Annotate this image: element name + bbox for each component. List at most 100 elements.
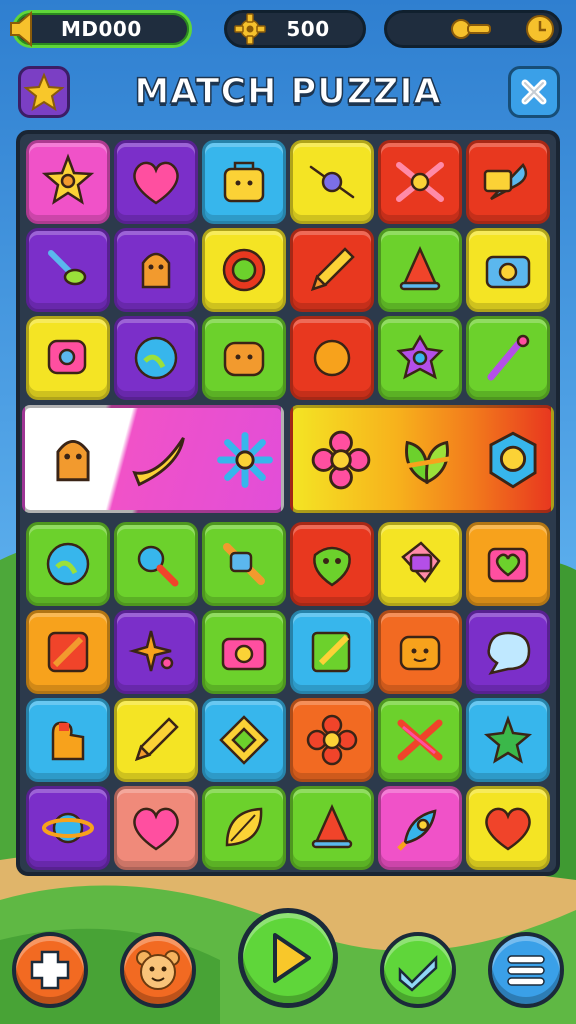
tile-brush[interactable] — [466, 316, 550, 400]
tile-star-leaf[interactable] — [466, 698, 550, 782]
tile-flower-dot[interactable] — [209, 424, 281, 496]
tile-sparkle[interactable] — [114, 610, 198, 694]
cone-icon — [311, 803, 353, 849]
tile-flower-red[interactable] — [290, 698, 374, 782]
tile-heart[interactable] — [114, 140, 198, 224]
ring-icon — [222, 248, 266, 292]
heart-icon — [133, 161, 179, 205]
tile-donut[interactable] — [378, 316, 462, 400]
tile-gem-bow[interactable] — [290, 140, 374, 224]
tile-cone[interactable] — [290, 786, 374, 870]
leaf-yellow-icon — [225, 807, 263, 847]
tile-bear-face[interactable] — [202, 316, 286, 400]
banner-left[interactable] — [22, 405, 284, 513]
bear-face-icon — [223, 341, 265, 377]
diamond-icon — [219, 715, 269, 765]
tile-bubble[interactable] — [466, 610, 550, 694]
menu-button[interactable] — [488, 932, 564, 1008]
tile-tag[interactable] — [378, 522, 462, 606]
tile-diamond[interactable] — [202, 698, 286, 782]
add-button[interactable] — [12, 932, 88, 1008]
duck-icon — [51, 721, 85, 761]
tile-heart-red[interactable] — [466, 786, 550, 870]
sun-orb-icon — [313, 339, 351, 377]
tile-sun-orb[interactable] — [290, 316, 374, 400]
notepad-icon — [311, 631, 351, 673]
tile-pencil-yellow[interactable] — [114, 698, 198, 782]
camera-pink-icon — [221, 637, 267, 671]
pencil-yellow-icon — [135, 717, 179, 761]
tile-bag[interactable] — [202, 140, 286, 224]
tile-gear-pad[interactable] — [26, 316, 110, 400]
speaker-icon[interactable] — [5, 9, 45, 49]
play-button[interactable] — [238, 908, 338, 1008]
tag-icon — [401, 541, 441, 583]
globe-icon — [46, 542, 90, 586]
character-button[interactable] — [120, 932, 196, 1008]
tile-magnifier[interactable] — [114, 522, 198, 606]
tile-flower[interactable] — [305, 424, 377, 496]
tile-duck[interactable] — [26, 698, 110, 782]
close-button[interactable] — [508, 66, 560, 118]
tile-pencil[interactable] — [290, 228, 374, 312]
tile-pipe[interactable] — [202, 522, 286, 606]
page-title: MATCH PUZZIA — [134, 71, 442, 113]
plus-icon — [30, 950, 70, 990]
frame-icon — [47, 631, 89, 673]
tile-rocket[interactable] — [378, 786, 462, 870]
tile-camera-pink[interactable] — [202, 610, 286, 694]
tile-cone[interactable] — [378, 228, 462, 312]
tile-feather[interactable] — [466, 140, 550, 224]
heart-icon — [133, 807, 179, 851]
tile-heart-box[interactable] — [466, 522, 550, 606]
feather-icon — [483, 162, 528, 201]
tile-leaf-yellow[interactable] — [202, 786, 286, 870]
key-icon — [451, 19, 491, 39]
tile-bear[interactable] — [114, 228, 198, 312]
coins-value: MD000 — [61, 17, 142, 41]
tile-planet[interactable] — [26, 786, 110, 870]
gear-counter: 500 — [224, 10, 366, 48]
bear-icon — [141, 252, 171, 289]
tile-alien[interactable] — [290, 522, 374, 606]
tile-badge[interactable] — [477, 424, 549, 496]
gear-pad-icon — [47, 339, 87, 375]
tile-cross[interactable] — [378, 698, 462, 782]
star-leaf-icon — [483, 715, 533, 764]
tile-ring[interactable] — [202, 228, 286, 312]
tile-bird[interactable] — [26, 228, 110, 312]
tile-camera[interactable] — [466, 228, 550, 312]
tile-face-box[interactable] — [378, 610, 462, 694]
tile-hedgehog[interactable] — [37, 424, 109, 496]
clock-icon — [526, 15, 554, 43]
star-icon — [41, 153, 95, 205]
cross-icon — [397, 719, 443, 761]
alien-icon — [313, 546, 351, 587]
bubble-icon — [487, 631, 531, 675]
tile-heart[interactable] — [114, 786, 198, 870]
close-icon — [521, 79, 547, 105]
banner-right[interactable] — [290, 405, 554, 513]
confirm-button[interactable] — [380, 932, 456, 1008]
timer-bar — [384, 10, 562, 48]
camera-icon — [485, 255, 531, 289]
coins-counter: MD000 — [10, 10, 192, 48]
tile-banana[interactable] — [123, 424, 195, 496]
pipe-icon — [223, 543, 265, 585]
tile-globe[interactable] — [114, 316, 198, 400]
tile-bow[interactable] — [378, 140, 462, 224]
donut-icon — [396, 334, 444, 380]
bow-icon — [396, 162, 444, 202]
tile-star[interactable] — [26, 140, 110, 224]
bird-icon — [48, 250, 87, 286]
flower-dot-icon — [217, 432, 273, 488]
tile-frame[interactable] — [26, 610, 110, 694]
heart-box-icon — [487, 547, 529, 583]
tile-globe[interactable] — [26, 522, 110, 606]
tile-leaf[interactable] — [391, 424, 463, 496]
title-bar: MATCH PUZZIA — [16, 64, 560, 122]
banana-icon — [132, 437, 185, 487]
leaf-icon — [405, 440, 450, 485]
tile-notepad[interactable] — [290, 610, 374, 694]
gear-value: 500 — [286, 17, 330, 41]
